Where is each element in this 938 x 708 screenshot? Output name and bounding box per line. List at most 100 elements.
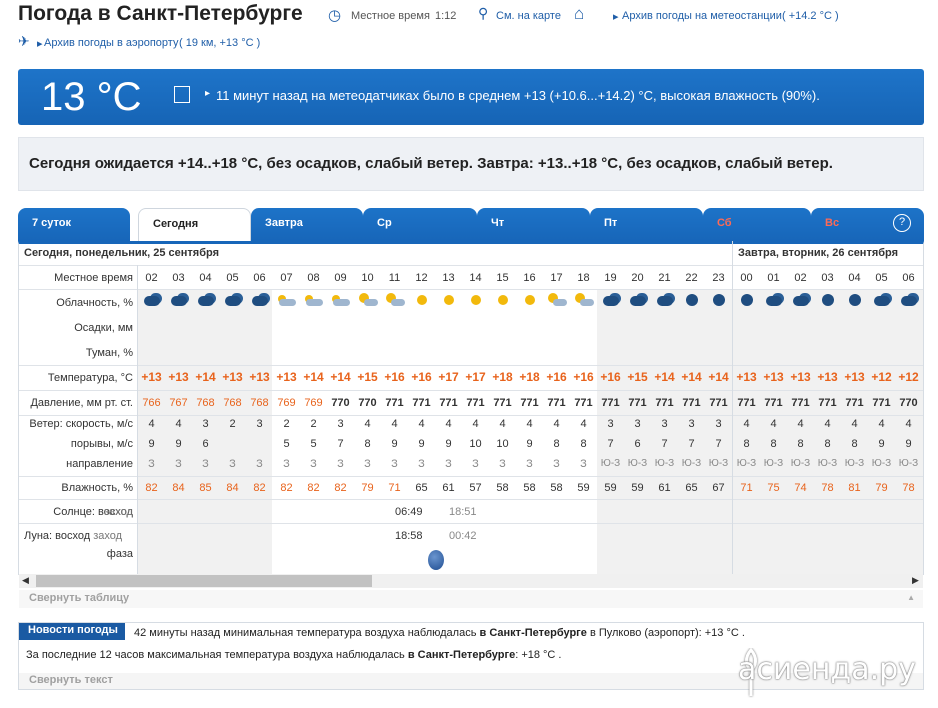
hour-cell: 01 [767,272,780,284]
hour-cell: 13 [442,272,455,284]
wind-speed-cell: 3 [634,418,641,430]
cloudy-night-icon [899,293,919,307]
gust-cell: 9 [905,438,912,450]
gust-cell: 9 [526,438,533,450]
wind-speed-cell: 4 [824,418,831,430]
clear-night-icon [709,293,729,307]
wind-direction-cell: Ю-З [736,458,757,469]
clock-icon: ◷ [328,7,342,24]
row-label-sunset: заход [104,506,133,518]
pressure-cell: 771 [709,397,728,409]
temperature-cell: +16 [411,370,432,384]
archive-station-link[interactable]: Архив погоды на метеостанции [622,10,782,22]
wind-direction-cell: Ю-З [790,458,811,469]
row-label-clouds: Облачность, % [56,297,133,309]
humidity-cell: 78 [821,482,834,494]
night-band [138,289,272,574]
gust-cell: 8 [580,438,587,450]
tab-today[interactable]: Сегодня [138,208,251,241]
collapse-table-link[interactable]: Свернуть таблицу [29,592,129,604]
pressure-cell: 771 [520,397,539,409]
map-link[interactable]: См. на карте [496,10,561,22]
temperature-cell: +12 [871,370,892,384]
wind-direction-cell: З [364,458,371,470]
hour-cell: 04 [199,272,212,284]
archive-airport-link[interactable]: Архив погоды в аэропорту [44,37,178,49]
wind-direction-cell: З [472,458,479,470]
wind-speed-cell: 4 [797,418,804,430]
current-weather-panel: 13 °C ▸ 11 минут назад на метеодатчиках … [18,69,924,125]
current-weather-text: 11 минут назад на метеодатчиках было в с… [216,88,820,103]
humidity-cell: 74 [794,482,807,494]
chevron-up-icon: ▲ [907,593,915,602]
wind-speed-cell: 4 [175,418,182,430]
tab-wednesday[interactable]: Ср [363,208,477,241]
pressure-cell: 771 [818,397,837,409]
hour-cell: 04 [848,272,861,284]
cloudy-night-icon [655,293,675,307]
scroll-right-icon[interactable]: ▶ [912,575,919,586]
news-badge: Новости погоды [19,623,125,640]
gust-cell: 7 [661,438,668,450]
collapse-table-bar[interactable]: Свернуть таблицу ▲ [19,590,923,608]
help-icon[interactable]: ? [893,214,911,232]
tab-friday[interactable]: Пт [590,208,703,241]
pressure-cell: 771 [791,397,810,409]
temperature-cell: +13 [141,370,162,384]
wind-speed-cell: 3 [337,418,344,430]
wind-direction-cell: З [202,458,209,470]
moon-phase-icon [428,550,444,570]
humidity-cell: 67 [712,482,725,494]
pressure-cell: 771 [655,397,674,409]
temperature-cell: +16 [573,370,594,384]
wind-direction-cell: З [229,458,236,470]
wind-direction-cell: З [175,458,182,470]
humidity-cell: 65 [415,482,428,494]
pressure-cell: 768 [250,397,269,409]
wind-speed-cell: 4 [445,418,452,430]
sunrise-time: 06:49 [395,506,423,518]
temperature-cell: +13 [790,370,811,384]
scroll-left-icon[interactable]: ◀ [22,575,29,586]
pressure-cell: 769 [304,397,323,409]
pressure-cell: 771 [764,397,783,409]
temperature-cell: +14 [330,370,351,384]
row-label-fog: Туман, % [85,347,133,359]
scrollbar-thumb[interactable] [36,575,372,587]
gust-cell: 9 [445,438,452,450]
humidity-cell: 75 [767,482,780,494]
page-title: Погода в Санкт-Петербурге [18,2,303,25]
hour-cell: 00 [740,272,753,284]
temperature-cell: +13 [763,370,784,384]
pressure-cell: 771 [439,397,458,409]
humidity-cell: 84 [172,482,185,494]
chevron-right-icon: ▸ [205,88,211,99]
tab-tomorrow[interactable]: Завтра [251,208,363,241]
tab-7-days[interactable]: 7 суток [18,208,130,241]
humidity-cell: 58 [550,482,563,494]
sun-icon [520,293,540,307]
gust-cell: 9 [148,438,155,450]
temperature-cell: +14 [708,370,729,384]
sun-icon [439,293,459,307]
wind-direction-cell: Ю-З [898,458,919,469]
pressure-cell: 771 [574,397,593,409]
forecast-summary-box: Сегодня ожидается +14..+18 °C, без осадк… [18,137,924,191]
chevron-right-icon: ▸ [37,38,43,50]
collapse-text-link[interactable]: Свернуть текст [29,674,113,686]
wind-speed-cell: 3 [607,418,614,430]
pressure-cell: 769 [277,397,296,409]
wind-speed-cell: 3 [661,418,668,430]
hour-cell: 19 [604,272,617,284]
gust-cell: 8 [851,438,858,450]
cloudy-night-icon [628,293,648,307]
temperature-cell: +17 [465,370,486,384]
hour-cell: 15 [496,272,509,284]
temperature-cell: +14 [303,370,324,384]
tab-thursday[interactable]: Чт [477,208,590,241]
gust-cell: 8 [824,438,831,450]
tab-saturday[interactable]: Сб [703,208,811,241]
pressure-cell: 771 [412,397,431,409]
hour-cell: 06 [253,272,266,284]
wind-direction-cell: З [499,458,506,470]
